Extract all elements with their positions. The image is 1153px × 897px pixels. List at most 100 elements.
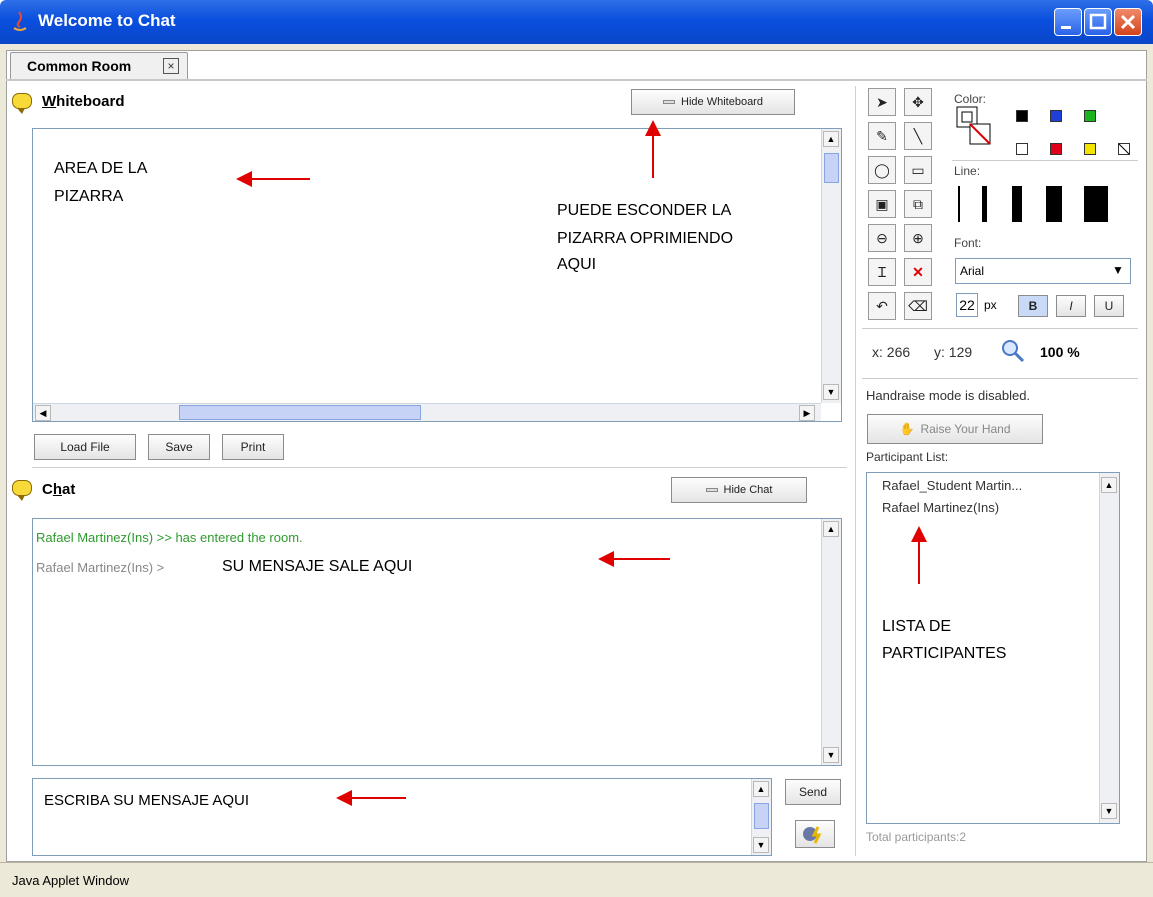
font-select[interactable]: Arial ▼ [955,258,1131,284]
italic-button[interactable]: I [1056,295,1086,317]
swatch-black[interactable] [1016,110,1028,122]
whiteboard-horizontal-scrollbar[interactable]: ◀ ▶ [33,403,821,421]
scroll-up-icon[interactable]: ▲ [823,131,839,147]
select-tool-icon[interactable]: ➤ [868,88,896,116]
layer-tool-icon[interactable]: ⧉ [904,190,932,218]
speech-bubble-icon [12,93,32,114]
magnifier-icon[interactable] [1000,338,1026,367]
chat-message-text: SU MENSAJE SALE AQUI [222,558,413,575]
divider [32,467,847,468]
divider [862,328,1138,329]
emoticon-button[interactable] [795,820,835,848]
scroll-up-icon[interactable]: ▲ [1101,477,1117,493]
message-input[interactable]: ▲ ▼ [32,778,772,856]
delete-selection-icon[interactable]: ✕ [904,258,932,286]
font-size-unit: px [984,298,997,312]
red-arrow-up [645,120,661,178]
participant-item[interactable]: Rafael Martinez(Ins) [882,500,999,515]
line-tool-icon[interactable]: ╲ [904,122,932,150]
chat-vertical-scrollbar[interactable]: ▲ ▼ [821,519,841,765]
eraser-icon[interactable]: ⌫ [904,292,932,320]
bold-button[interactable]: B [1018,295,1048,317]
scroll-down-icon[interactable]: ▼ [823,384,839,400]
status-text: Java Applet Window [12,873,130,888]
move-tool-icon[interactable]: ✥ [904,88,932,116]
annotation-area-line1: AREA DE LA [54,160,148,177]
hide-whiteboard-button[interactable]: Hide Whiteboard [631,89,795,115]
whiteboard-title: Whiteboard [42,93,125,110]
scroll-down-icon[interactable]: ▼ [1101,803,1117,819]
chat-message-system: Rafael Martinez(Ins) >> has entered the … [36,530,303,545]
underline-button[interactable]: U [1094,295,1124,317]
total-participants: Total participants:2 [866,830,967,844]
annotation-area-line2: PIZARRA [54,188,124,205]
input-vertical-scrollbar[interactable]: ▲ ▼ [751,779,771,855]
minus-icon [663,100,676,104]
coordinate-x: x: 266 [872,344,911,360]
save-button[interactable]: Save [148,434,210,460]
close-window-button[interactable] [1114,8,1142,36]
whiteboard-vertical-scrollbar[interactable]: ▲ ▼ [821,129,841,403]
zoom-out-icon[interactable]: ⊖ [868,224,896,252]
pencil-tool-icon[interactable]: ✎ [868,122,896,150]
zoom-in-icon[interactable]: ⊕ [904,224,932,252]
line-width-5[interactable] [1084,186,1108,222]
minimize-button[interactable] [1054,8,1082,36]
annotation-hide-line1: PUEDE ESCONDER LA [557,202,732,219]
line-width-3[interactable] [1012,186,1022,222]
scroll-right-icon[interactable]: ▶ [799,405,815,421]
scroll-thumb[interactable] [179,405,421,420]
red-arrow-left [236,171,310,187]
divider [862,378,1138,379]
line-width-4[interactable] [1046,186,1062,222]
scroll-thumb[interactable] [754,803,769,829]
print-button[interactable]: Print [222,434,284,460]
handraise-status: Handraise mode is disabled. [866,388,1031,403]
coordinate-y: y: 129 [934,344,973,360]
scroll-up-icon[interactable]: ▲ [753,781,769,797]
status-bar: Java Applet Window [0,862,1153,897]
java-icon [10,10,30,32]
rectangle-tool-icon[interactable]: ▭ [904,156,932,184]
panel-separator [855,86,856,856]
swatch-white[interactable] [1016,143,1028,155]
scroll-thumb[interactable] [824,153,839,183]
ellipse-tool-icon[interactable]: ◯ [868,156,896,184]
line-width-2[interactable] [982,186,987,222]
image-tool-icon[interactable]: ▣ [868,190,896,218]
tab-close-icon[interactable]: × [163,58,179,74]
scroll-left-icon[interactable]: ◀ [35,405,51,421]
participant-list-label: Participant List: [866,450,949,464]
maximize-button[interactable] [1084,8,1112,36]
current-color-icon[interactable] [956,106,996,150]
title-bar: Welcome to Chat [0,0,1153,44]
swatch-none[interactable] [1118,143,1130,155]
participant-item[interactable]: Rafael_Student Martin... [882,478,1022,493]
font-label: Font: [954,236,982,250]
font-size-input[interactable]: 22 [956,293,978,317]
font-select-value: Arial [960,264,985,278]
scroll-up-icon[interactable]: ▲ [823,521,839,537]
swatch-blue[interactable] [1050,110,1062,122]
tab-common-room[interactable]: Common Room × [10,52,188,79]
swatch-red[interactable] [1050,143,1062,155]
raise-hand-button[interactable]: ✋ Raise Your Hand [867,414,1043,444]
undo-icon[interactable]: ↶ [868,292,896,320]
scroll-down-icon[interactable]: ▼ [753,837,769,853]
minus-icon [705,488,718,492]
chat-transcript[interactable]: ▲ ▼ [32,518,842,766]
whiteboard-canvas[interactable]: ▲ ▼ ◀ ▶ [32,128,842,422]
load-file-button[interactable]: Load File [34,434,136,460]
send-button[interactable]: Send [785,779,841,805]
hide-chat-button[interactable]: Hide Chat [671,477,807,503]
zoom-level: 100 % [1040,344,1080,360]
participant-scrollbar[interactable]: ▲ ▼ [1099,473,1119,823]
text-tool-icon[interactable]: Ɪ [868,258,896,286]
swatch-green[interactable] [1084,110,1096,122]
scroll-down-icon[interactable]: ▼ [823,747,839,763]
swatch-yellow[interactable] [1084,143,1096,155]
tab-divider [6,79,1147,81]
line-label: Line: [954,164,981,178]
line-width-1[interactable] [958,186,960,222]
speech-bubble-icon [12,480,32,501]
